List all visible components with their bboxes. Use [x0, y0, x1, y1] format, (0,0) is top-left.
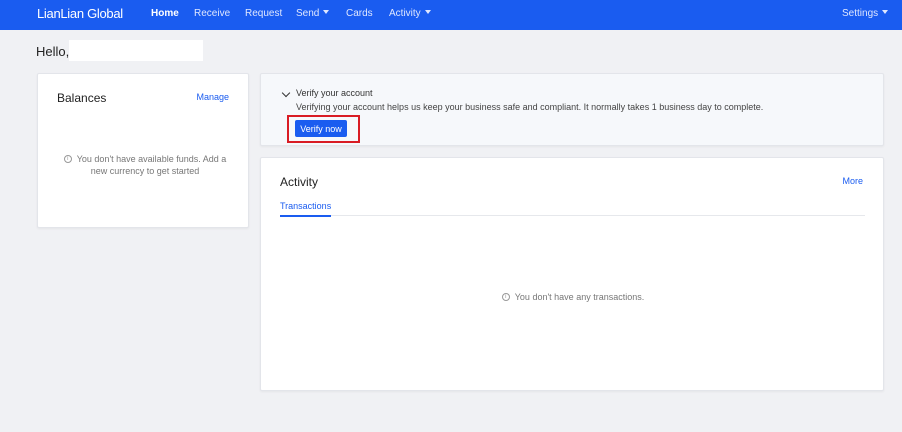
activity-title: Activity	[280, 175, 319, 189]
caret-down-icon	[424, 10, 431, 15]
nav-item-cards[interactable]: Cards	[346, 8, 373, 19]
balances-empty-text: You don't have available funds. Add a ne…	[76, 154, 227, 176]
activity-card: Activity More Transactions i You don't ha…	[260, 157, 884, 391]
brand-logo[interactable]: LianLian Global	[37, 6, 123, 21]
more-link[interactable]: More	[842, 176, 863, 186]
top-navigation-bar: LianLian Global Home Receive Request Sen…	[0, 0, 902, 30]
balances-empty-message: i You don't have available funds. Add a n…	[60, 153, 230, 177]
nav-item-home[interactable]: Home	[151, 8, 179, 19]
greeting: Hello,	[36, 44, 70, 59]
chevron-down-icon[interactable]	[281, 88, 291, 98]
balances-card: Balances Manage i You don't have availabl…	[37, 73, 249, 228]
tab-transactions[interactable]: Transactions	[280, 201, 332, 217]
caret-down-icon	[882, 10, 889, 15]
activity-empty-message: i You don't have any transactions.	[261, 292, 885, 302]
nav-item-request[interactable]: Request	[245, 8, 282, 19]
caret-down-icon	[323, 10, 330, 15]
verify-account-card: Verify your account Verifying your accou…	[260, 73, 884, 146]
nav-item-receive[interactable]: Receive	[194, 8, 230, 19]
manage-link[interactable]: Manage	[196, 92, 229, 102]
info-icon: i	[501, 292, 510, 301]
user-name-redacted	[69, 40, 203, 61]
info-icon: i	[63, 154, 72, 163]
nav-item-activity-label: Activity	[389, 8, 421, 19]
balances-title: Balances	[57, 91, 107, 105]
tabs-divider	[280, 215, 865, 216]
verify-title[interactable]: Verify your account	[296, 88, 373, 98]
nav-item-settings-label: Settings	[842, 8, 879, 19]
nav-item-activity[interactable]: Activity	[389, 8, 431, 19]
verify-description: Verifying your account helps us keep you…	[296, 102, 764, 112]
nav-item-send[interactable]: Send	[296, 8, 330, 19]
verify-now-button[interactable]: Verify now	[295, 120, 347, 137]
nav-item-settings[interactable]: Settings	[842, 8, 889, 19]
nav-item-send-label: Send	[296, 8, 320, 19]
activity-empty-text: You don't have any transactions.	[514, 292, 645, 302]
